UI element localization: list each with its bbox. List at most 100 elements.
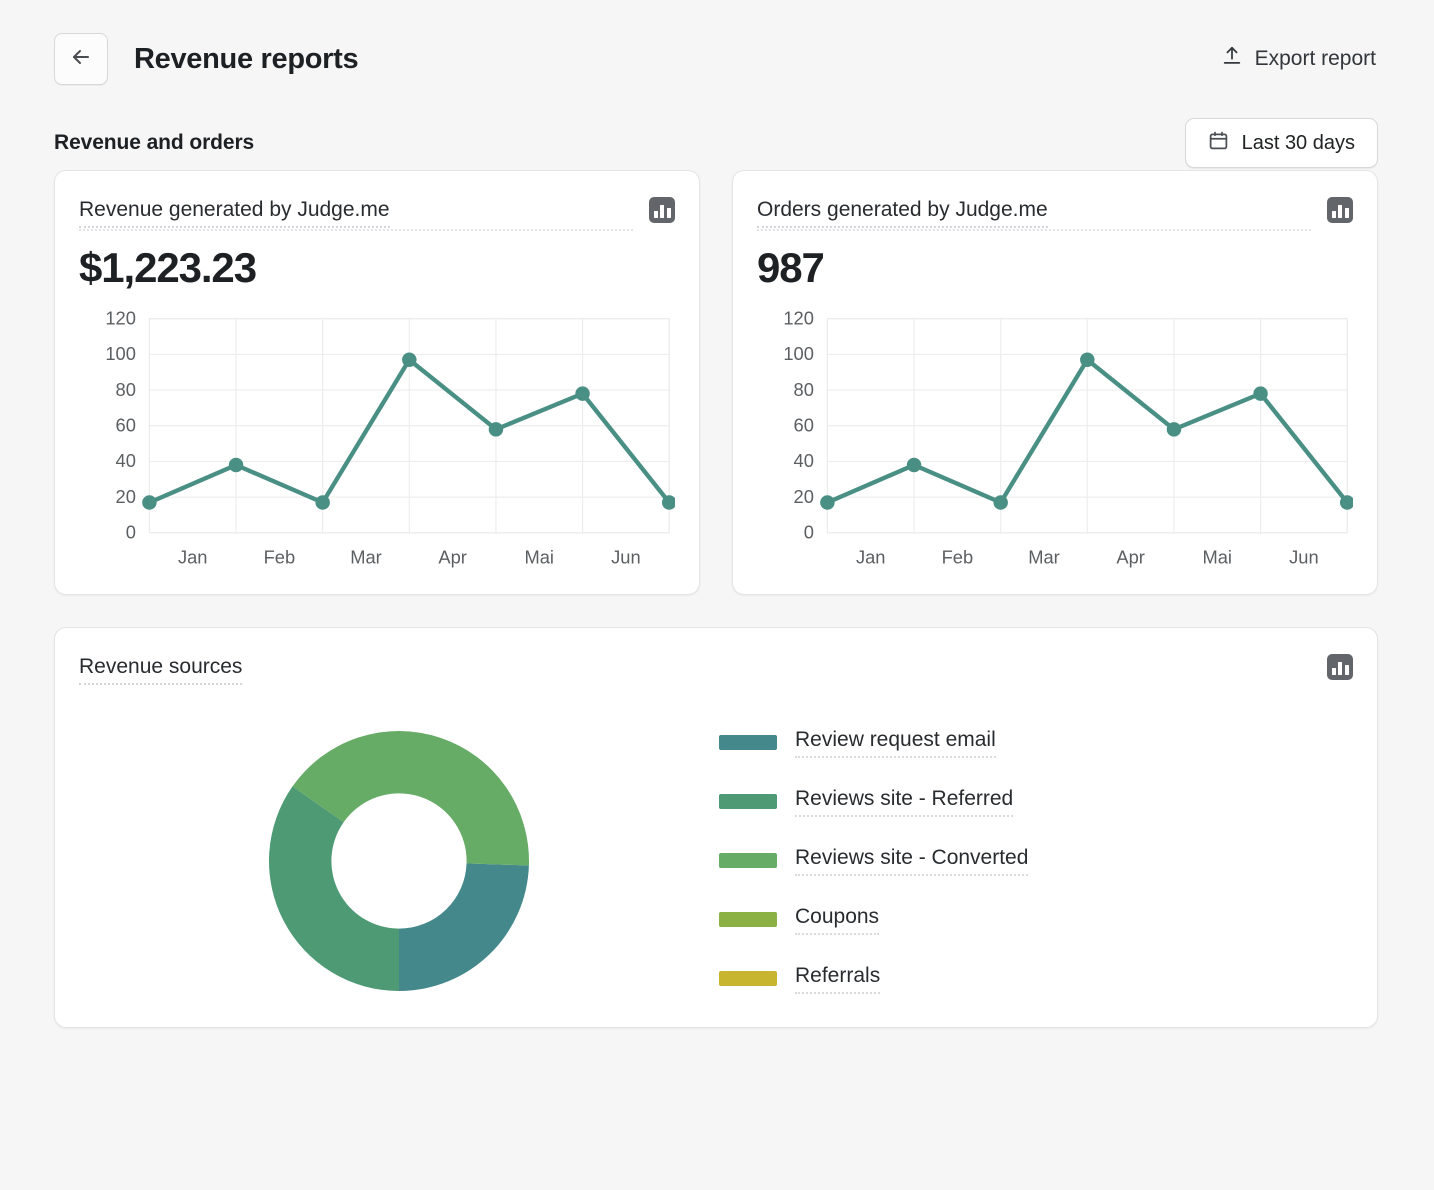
chart-x-axis-ticks: Jan Feb Mar Apr Mai Jun — [856, 547, 1319, 568]
revenue-card-header: Revenue generated by Judge.me — [79, 197, 675, 232]
donut-slice[interactable] — [399, 863, 529, 991]
revenue-sources-title: Revenue sources — [79, 654, 243, 685]
bar-chart-icon[interactable] — [1327, 653, 1353, 680]
section-title: Revenue and orders — [54, 131, 255, 154]
svg-text:120: 120 — [783, 311, 814, 329]
bar-chart-icon-bar — [1344, 664, 1349, 675]
orders-card-header: Orders generated by Judge.me — [757, 197, 1353, 232]
chart-data-markers — [820, 352, 1353, 510]
legend-swatch — [719, 794, 777, 810]
legend-item[interactable]: Reviews site - Converted — [719, 846, 1353, 876]
export-upload-icon — [1221, 45, 1243, 73]
legend-swatch — [719, 912, 777, 928]
revenue-sources-card: Revenue sources Review request email Revi… — [54, 626, 1378, 1028]
back-button[interactable] — [54, 33, 108, 85]
orders-line-chart: 0 20 40 60 80 100 120 Jan Feb Mar Apr Mai Jun — [757, 311, 1353, 571]
revenue-card-title: Revenue generated by Judge.me — [79, 197, 390, 229]
bar-chart-icon-bar — [660, 205, 664, 218]
svg-text:Mar: Mar — [1028, 547, 1060, 568]
revenue-card: Revenue generated by Judge.me $1,223.23 … — [54, 170, 700, 595]
chart-grid — [148, 318, 670, 534]
date-range-label: Last 30 days — [1241, 131, 1355, 154]
svg-text:Apr: Apr — [1116, 547, 1145, 568]
revenue-sources-title-wrap: Revenue sources — [79, 654, 1327, 685]
revenue-metric-value: $1,223.23 — [79, 244, 257, 292]
revenue-line-chart: 0 20 40 60 80 100 120 Jan Feb Mar Apr Mai Jun — [79, 311, 675, 571]
svg-text:100: 100 — [783, 343, 814, 364]
legend-label: Reviews site - Referred — [795, 787, 1014, 817]
svg-text:Jan: Jan — [178, 547, 208, 568]
legend-item[interactable]: Referrals — [719, 964, 1353, 994]
bar-chart-icon[interactable] — [1327, 197, 1353, 223]
svg-text:Mai: Mai — [1202, 547, 1232, 568]
svg-text:20: 20 — [794, 486, 814, 507]
svg-text:20: 20 — [116, 486, 136, 507]
svg-text:Apr: Apr — [438, 547, 467, 568]
donut-chart-area — [89, 725, 709, 997]
bar-chart-icon-bar — [1331, 211, 1336, 218]
orders-line-chart-svg: 0 20 40 60 80 100 120 Jan Feb Mar Apr Mai Jun — [783, 311, 1353, 568]
page-title: Revenue reports — [134, 42, 359, 75]
donut-chart-svg — [268, 730, 529, 991]
orders-card-title: Orders generated by Judge.me — [757, 197, 1048, 229]
svg-text:Feb: Feb — [942, 547, 974, 568]
orders-card: Orders generated by Judge.me 987 0 20 40 60… — [732, 170, 1378, 595]
bar-chart-icon[interactable] — [649, 197, 675, 223]
legend-item[interactable]: Coupons — [719, 905, 1353, 935]
chart-x-axis-ticks: Jan Feb Mar Apr Mai Jun — [178, 547, 641, 568]
svg-text:Jun: Jun — [611, 547, 641, 568]
svg-text:80: 80 — [116, 379, 136, 400]
calendar-icon — [1208, 130, 1229, 157]
svg-text:0: 0 — [804, 522, 814, 543]
orders-card-body: Orders generated by Judge.me 987 0 20 40 60… — [733, 171, 1377, 594]
legend-swatch — [719, 735, 777, 751]
svg-text:80: 80 — [794, 379, 814, 400]
legend-item[interactable]: Review request email — [719, 728, 1353, 758]
legend-label: Referrals — [795, 964, 881, 994]
legend-label: Coupons — [795, 905, 880, 935]
revenue-line-chart-svg: 0 20 40 60 80 100 120 Jan Feb Mar Apr Mai Jun — [105, 311, 675, 568]
svg-text:Mai: Mai — [524, 547, 554, 568]
section-bar: Revenue and orders Last 30 days — [0, 92, 1434, 170]
svg-text:0: 0 — [126, 522, 136, 543]
orders-card-title-rule — [757, 229, 1311, 232]
chart-grid — [826, 318, 1348, 534]
svg-text:40: 40 — [794, 450, 814, 471]
svg-text:100: 100 — [105, 343, 136, 364]
donut-slice[interactable] — [268, 786, 399, 991]
svg-text:40: 40 — [116, 450, 136, 471]
legend-swatch — [719, 971, 777, 987]
legend-label: Review request email — [795, 728, 996, 758]
metric-cards-row: Revenue generated by Judge.me $1,223.23 … — [0, 170, 1434, 595]
page-header: Revenue reports Export report — [0, 0, 1434, 92]
revenue-sources-content: Review request email Reviews site - Refer… — [79, 725, 1353, 997]
chart-y-axis-ticks: 0 20 40 60 80 100 120 — [783, 311, 814, 543]
revenue-card-title-rule — [79, 229, 633, 232]
arrow-left-icon — [69, 45, 93, 74]
chart-data-markers — [142, 352, 675, 510]
svg-text:Mar: Mar — [350, 547, 382, 568]
export-report-label: Export report — [1254, 47, 1376, 70]
chart-y-axis-ticks: 0 20 40 60 80 100 120 — [105, 311, 136, 543]
bar-chart-icon-bar — [653, 211, 658, 218]
svg-text:60: 60 — [116, 415, 136, 436]
bar-chart-icon-bar — [1338, 205, 1342, 218]
revenue-card-title-wrap: Revenue generated by Judge.me — [79, 197, 649, 232]
svg-text:Jun: Jun — [1289, 547, 1319, 568]
svg-text:Jan: Jan — [856, 547, 886, 568]
svg-text:60: 60 — [794, 415, 814, 436]
bar-chart-icon-bar — [1338, 661, 1342, 675]
bar-chart-icon-bar — [1331, 667, 1336, 675]
legend-swatch — [719, 853, 777, 869]
orders-card-title-wrap: Orders generated by Judge.me — [757, 197, 1327, 232]
revenue-sources-body: Revenue sources Review request email Revi… — [55, 628, 1377, 1027]
export-report-button[interactable]: Export report — [1219, 39, 1378, 79]
svg-text:120: 120 — [105, 311, 136, 329]
revenue-sources-legend: Review request email Reviews site - Refer… — [709, 728, 1353, 994]
bar-chart-icon-bar — [666, 208, 671, 218]
legend-item[interactable]: Reviews site - Referred — [719, 787, 1353, 817]
revenue-sources-header: Revenue sources — [79, 653, 1353, 685]
orders-metric-value: 987 — [757, 244, 825, 292]
date-range-picker-button[interactable]: Last 30 days — [1184, 118, 1378, 168]
bar-chart-icon-bar — [1344, 208, 1349, 218]
